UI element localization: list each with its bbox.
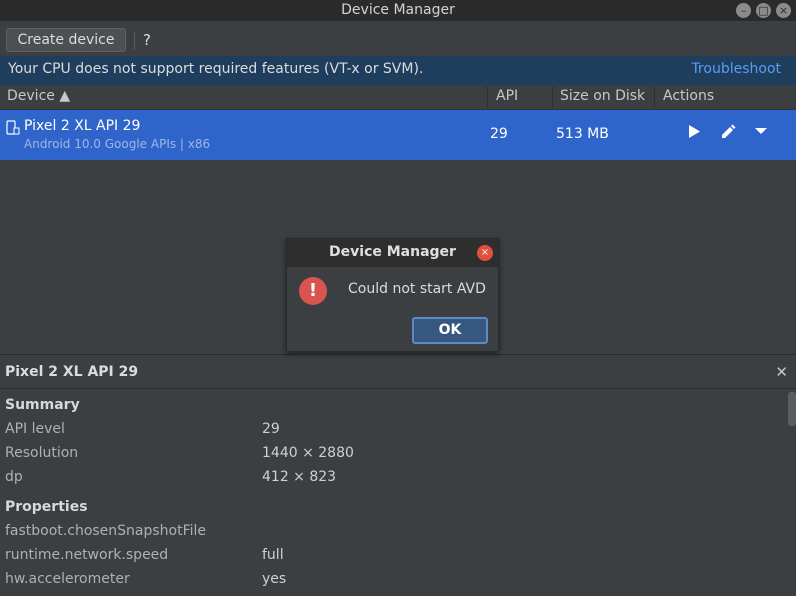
- column-header-size[interactable]: Size on Disk: [560, 88, 645, 104]
- dropdown-icon[interactable]: [752, 122, 774, 144]
- properties-heading: Properties: [5, 499, 88, 515]
- details-panel: Summary API level 29 Resolution 1440 × 2…: [0, 390, 796, 596]
- detail-value: 29: [262, 421, 280, 437]
- toolbar-divider: [134, 32, 135, 50]
- close-dialog-icon[interactable]: ×: [477, 245, 493, 261]
- minimize-icon[interactable]: –: [736, 3, 751, 18]
- column-divider[interactable]: [552, 86, 553, 109]
- detail-key: dp: [5, 469, 23, 485]
- create-device-button[interactable]: Create device: [6, 28, 126, 52]
- dialog-title: Device Manager: [329, 244, 456, 260]
- detail-key: runtime.network.speed: [5, 547, 169, 563]
- column-divider[interactable]: [654, 86, 655, 109]
- details-title: Pixel 2 XL API 29: [5, 364, 139, 380]
- detail-value: 1440 × 2880: [262, 445, 354, 461]
- title-bar: Device Manager – □ ×: [0, 0, 796, 21]
- column-divider[interactable]: [487, 86, 488, 109]
- maximize-icon[interactable]: □: [756, 3, 771, 18]
- play-icon[interactable]: [684, 122, 706, 144]
- dialog-message: Could not start AVD: [348, 281, 486, 297]
- help-button[interactable]: ?: [143, 31, 151, 49]
- column-header-actions: Actions: [663, 88, 715, 104]
- table-header: Device ▲ API Size on Disk Actions: [0, 85, 796, 110]
- warning-banner: Your CPU does not support required featu…: [0, 56, 796, 85]
- device-name: Pixel 2 XL API 29: [24, 118, 141, 134]
- window-title: Device Manager: [341, 2, 455, 18]
- table-row[interactable]: Pixel 2 XL API 29 Android 10.0 Google AP…: [0, 110, 796, 160]
- detail-value: yes: [262, 571, 287, 587]
- detail-key: API level: [5, 421, 65, 437]
- edit-icon[interactable]: [718, 122, 740, 144]
- device-size: 513 MB: [556, 126, 609, 142]
- detail-key: Resolution: [5, 445, 79, 461]
- error-icon: !: [299, 277, 327, 305]
- detail-value: full: [262, 547, 284, 563]
- device-subtitle: Android 10.0 Google APIs | x86: [24, 137, 211, 151]
- error-dialog: Device Manager × ! Could not start AVD O…: [286, 238, 499, 352]
- phone-icon: [6, 120, 20, 140]
- close-window-icon[interactable]: ×: [776, 3, 791, 18]
- column-header-device[interactable]: Device ▲: [7, 88, 70, 104]
- column-header-api[interactable]: API: [496, 88, 518, 104]
- details-header: Pixel 2 XL API 29 ✕: [0, 354, 796, 389]
- details-scrollbar[interactable]: [788, 392, 796, 426]
- ok-button[interactable]: OK: [412, 317, 488, 344]
- detail-key: hw.accelerometer: [5, 571, 130, 587]
- banner-message: Your CPU does not support required featu…: [8, 61, 424, 77]
- troubleshoot-link[interactable]: Troubleshoot: [691, 61, 781, 77]
- close-details-icon[interactable]: ✕: [775, 363, 788, 381]
- device-api: 29: [490, 126, 508, 142]
- dialog-title-bar: Device Manager ×: [287, 239, 498, 267]
- detail-value: 412 × 823: [262, 469, 337, 485]
- summary-heading: Summary: [5, 397, 80, 413]
- detail-key: fastboot.chosenSnapshotFile: [5, 523, 207, 539]
- toolbar: Create device ?: [0, 21, 796, 56]
